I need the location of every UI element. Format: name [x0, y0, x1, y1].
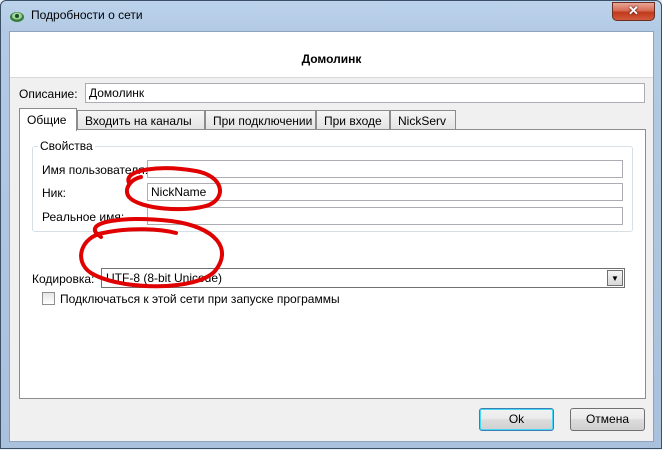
ok-button[interactable]: Ok — [479, 408, 554, 431]
autoconnect-checkbox[interactable] — [42, 292, 55, 305]
realname-label: Реальное имя: — [42, 210, 125, 224]
window-title: Подробности о сети — [31, 8, 143, 22]
title-bar[interactable]: Подробности о сети ✕ — [1, 1, 661, 31]
autoconnect-label: Подключаться к этой сети при запуске про… — [60, 292, 340, 306]
close-button[interactable]: ✕ — [612, 2, 655, 21]
header-band: Домолинк — [10, 32, 653, 78]
network-details-window: Подробности о сети ✕ Домолинк Описание: … — [0, 0, 662, 449]
tab-on-login[interactable]: При входе — [316, 110, 390, 130]
tab-panel-general: Свойства Имя пользователя: Ник: NickName… — [19, 129, 646, 399]
dropdown-arrow-icon[interactable]: ▼ — [607, 270, 623, 286]
tab-general[interactable]: Общие — [19, 108, 77, 131]
properties-group-title: Свойства — [38, 139, 95, 153]
nick-field[interactable]: NickName — [147, 183, 623, 201]
tab-on-connect[interactable]: При подключении — [205, 110, 316, 130]
username-label: Имя пользователя: — [42, 163, 149, 177]
encoding-dropdown[interactable]: UTF-8 (8-bit Unicode) ▼ — [101, 268, 625, 288]
username-field[interactable] — [147, 160, 623, 178]
realname-field[interactable] — [147, 207, 623, 225]
dialog-body: Домолинк Описание: Домолинк Общие Входит… — [9, 31, 654, 442]
cancel-button[interactable]: Отмена — [570, 408, 645, 431]
description-field[interactable]: Домолинк — [85, 83, 645, 103]
encoding-label: Кодировка: — [32, 272, 95, 286]
close-icon: ✕ — [628, 3, 639, 18]
nick-label: Ник: — [42, 186, 66, 200]
encoding-value: UTF-8 (8-bit Unicode) — [106, 271, 223, 285]
tab-join-channels[interactable]: Входить на каналы — [77, 110, 205, 130]
app-icon — [10, 12, 24, 22]
description-label: Описание: — [19, 87, 78, 101]
network-name-heading: Домолинк — [301, 52, 362, 66]
tab-nickserv[interactable]: NickServ — [390, 110, 456, 130]
